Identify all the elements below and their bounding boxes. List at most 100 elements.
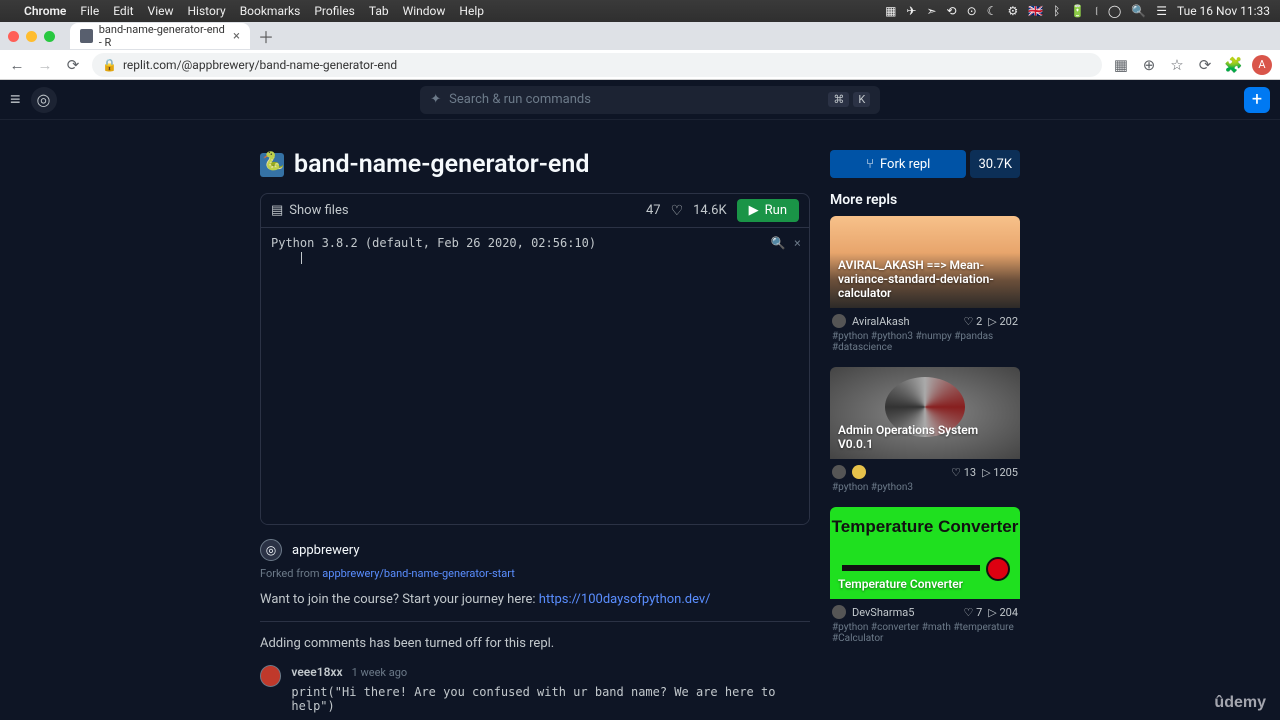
heart-icon: ♡ [671, 203, 684, 219]
run-label: Run [765, 203, 787, 218]
new-tab-button[interactable]: ＋ [258, 24, 274, 48]
card-tags: #python #python3 #numpy #pandas #datasci… [830, 328, 1020, 353]
user-icon[interactable]: ◯ [1108, 4, 1121, 18]
files-icon: ▤ [271, 203, 283, 218]
comment-time: 1 week ago [352, 666, 408, 679]
bluetooth-icon[interactable]: ᛒ [1053, 4, 1060, 18]
star-icon[interactable]: ☆ [1168, 56, 1186, 74]
menu-view[interactable]: View [148, 4, 174, 18]
card-avatar [832, 465, 846, 479]
forward-button[interactable]: → [36, 56, 54, 74]
control-center-icon[interactable]: ☰ [1156, 4, 1167, 18]
card-avatar [832, 314, 846, 328]
like-button[interactable]: ♡ [671, 203, 684, 219]
menu-help[interactable]: Help [459, 4, 484, 18]
like-count: 14.6K [693, 203, 727, 218]
card-author: AviralAkash [852, 315, 910, 328]
fork-label: Fork repl [880, 157, 930, 172]
browser-tab[interactable]: band-name-generator-end - R × [70, 23, 250, 49]
card-avatar [852, 465, 866, 479]
repl-thumbnail: Temperature Converter Temperature Conver… [830, 507, 1020, 599]
console-clear-icon[interactable]: × [794, 236, 801, 250]
menubar-icon[interactable]: ⟲ [947, 4, 957, 18]
show-files-button[interactable]: ▤ Show files [271, 203, 349, 218]
favicon [80, 29, 93, 43]
search-placeholder: Search & run commands [449, 92, 591, 107]
comment-count[interactable]: 47 [646, 203, 661, 218]
tab-title: band-name-generator-end - R [99, 23, 227, 49]
back-button[interactable]: ← [8, 56, 26, 74]
hamburger-menu[interactable]: ≡ [10, 89, 21, 110]
extension-icon[interactable]: ⊕ [1140, 56, 1158, 74]
menubar-icon[interactable]: ➣ [926, 4, 936, 18]
play-icon: ▶ [749, 203, 759, 218]
address-bar[interactable]: 🔒 replit.com/@appbrewery/band-name-gener… [92, 53, 1102, 77]
commenter-avatar[interactable] [260, 665, 281, 687]
clock[interactable]: Tue 16 Nov 11:33 [1177, 4, 1270, 18]
chrome-tab-strip: band-name-generator-end - R × ＋ [0, 22, 1280, 50]
extensions-icon[interactable]: 🧩 [1224, 56, 1242, 74]
menubar-icon[interactable]: ▦ [885, 4, 896, 18]
watermark: ûdemy [1214, 694, 1266, 712]
divider [260, 621, 810, 622]
repl-card[interactable]: AVIRAL_AKASH ==> Mean-variance-standard-… [830, 216, 1020, 353]
author-avatar[interactable]: ◎ [260, 539, 282, 561]
replit-header: ≡ ◎ ✦ Search & run commands ⌘ K + [0, 80, 1280, 120]
replit-logo[interactable]: ◎ [31, 87, 57, 113]
console-output[interactable]: 🔍 × Python 3.8.2 (default, Feb 26 2020, … [261, 228, 809, 524]
repl-card[interactable]: Temperature Converter Temperature Conver… [830, 507, 1020, 644]
console-search-icon[interactable]: 🔍 [771, 236, 786, 250]
menu-tab[interactable]: Tab [369, 4, 389, 18]
create-button[interactable]: + [1244, 87, 1270, 113]
repl-card-title: Temperature Converter [830, 569, 971, 599]
comment-body: print("Hi there! Are you confused with u… [291, 685, 810, 713]
search-icon[interactable]: 🔍 [1131, 4, 1146, 18]
extension-icon[interactable]: ▦ [1112, 56, 1130, 74]
menu-profiles[interactable]: Profiles [314, 4, 355, 18]
console-line: Python 3.8.2 (default, Feb 26 2020, 02:5… [271, 236, 596, 250]
command-search[interactable]: ✦ Search & run commands ⌘ K [420, 86, 880, 114]
url-text: replit.com/@appbrewery/band-name-generat… [123, 58, 397, 72]
lock-icon: 🔒 [102, 58, 117, 72]
editor-card: ▤ Show files 47 ♡ 14.6K ▶ Run 🔍 × [260, 193, 810, 525]
profile-avatar[interactable]: A [1252, 55, 1272, 75]
menu-history[interactable]: History [188, 4, 226, 18]
wifi-icon[interactable]: ⧙ [1095, 4, 1098, 19]
window-close[interactable] [8, 31, 19, 42]
menubar-icon[interactable]: ⚙ [1007, 4, 1018, 18]
battery-icon[interactable]: 🔋 [1070, 4, 1085, 18]
forked-from-link[interactable]: appbrewery/band-name-generator-start [322, 567, 515, 580]
extension-icon[interactable]: ⟳ [1196, 56, 1214, 74]
repl-title: band-name-generator-end [294, 150, 589, 179]
run-button[interactable]: ▶ Run [737, 199, 799, 222]
text-cursor [301, 252, 302, 264]
show-files-label: Show files [289, 203, 348, 218]
repl-card-title: AVIRAL_AKASH ==> Mean-variance-standard-… [830, 250, 1020, 308]
menubar-icon[interactable]: ✈ [906, 4, 916, 18]
close-tab-icon[interactable]: × [233, 29, 240, 44]
card-runs: ▷ 202 [988, 315, 1018, 328]
window-minimize[interactable] [26, 31, 37, 42]
description-link[interactable]: https://100daysofpython.dev/ [539, 592, 711, 607]
description-text: Want to join the course? Start your jour… [260, 592, 539, 607]
repl-card[interactable]: Admin Operations System V0.0.1 ♡ 13 ▷ 12… [830, 367, 1020, 493]
app-menu[interactable]: Chrome [24, 4, 66, 18]
author-name[interactable]: appbrewery [292, 543, 359, 558]
fork-count: 30.7K [970, 150, 1020, 178]
menu-file[interactable]: File [80, 4, 99, 18]
comment-username[interactable]: veee18xx [291, 665, 342, 679]
menu-window[interactable]: Window [403, 4, 446, 18]
comment-item: veee18xx 1 week ago print("Hi there! Are… [260, 665, 810, 713]
menu-bookmarks[interactable]: Bookmarks [240, 4, 301, 18]
reload-button[interactable]: ⟳ [64, 56, 82, 74]
python-icon [260, 153, 284, 177]
menubar-icon[interactable]: ☾ [987, 4, 998, 18]
kbd-k: K [853, 92, 870, 107]
menu-edit[interactable]: Edit [113, 4, 133, 18]
sparkle-icon: ✦ [430, 92, 441, 107]
window-zoom[interactable] [44, 31, 55, 42]
forked-label: Forked from [260, 567, 322, 580]
menubar-icon[interactable]: ⊙ [967, 4, 977, 18]
fork-repl-button[interactable]: ⑂ Fork repl [830, 150, 966, 178]
flag-icon[interactable]: 🇬🇧 [1028, 4, 1043, 18]
